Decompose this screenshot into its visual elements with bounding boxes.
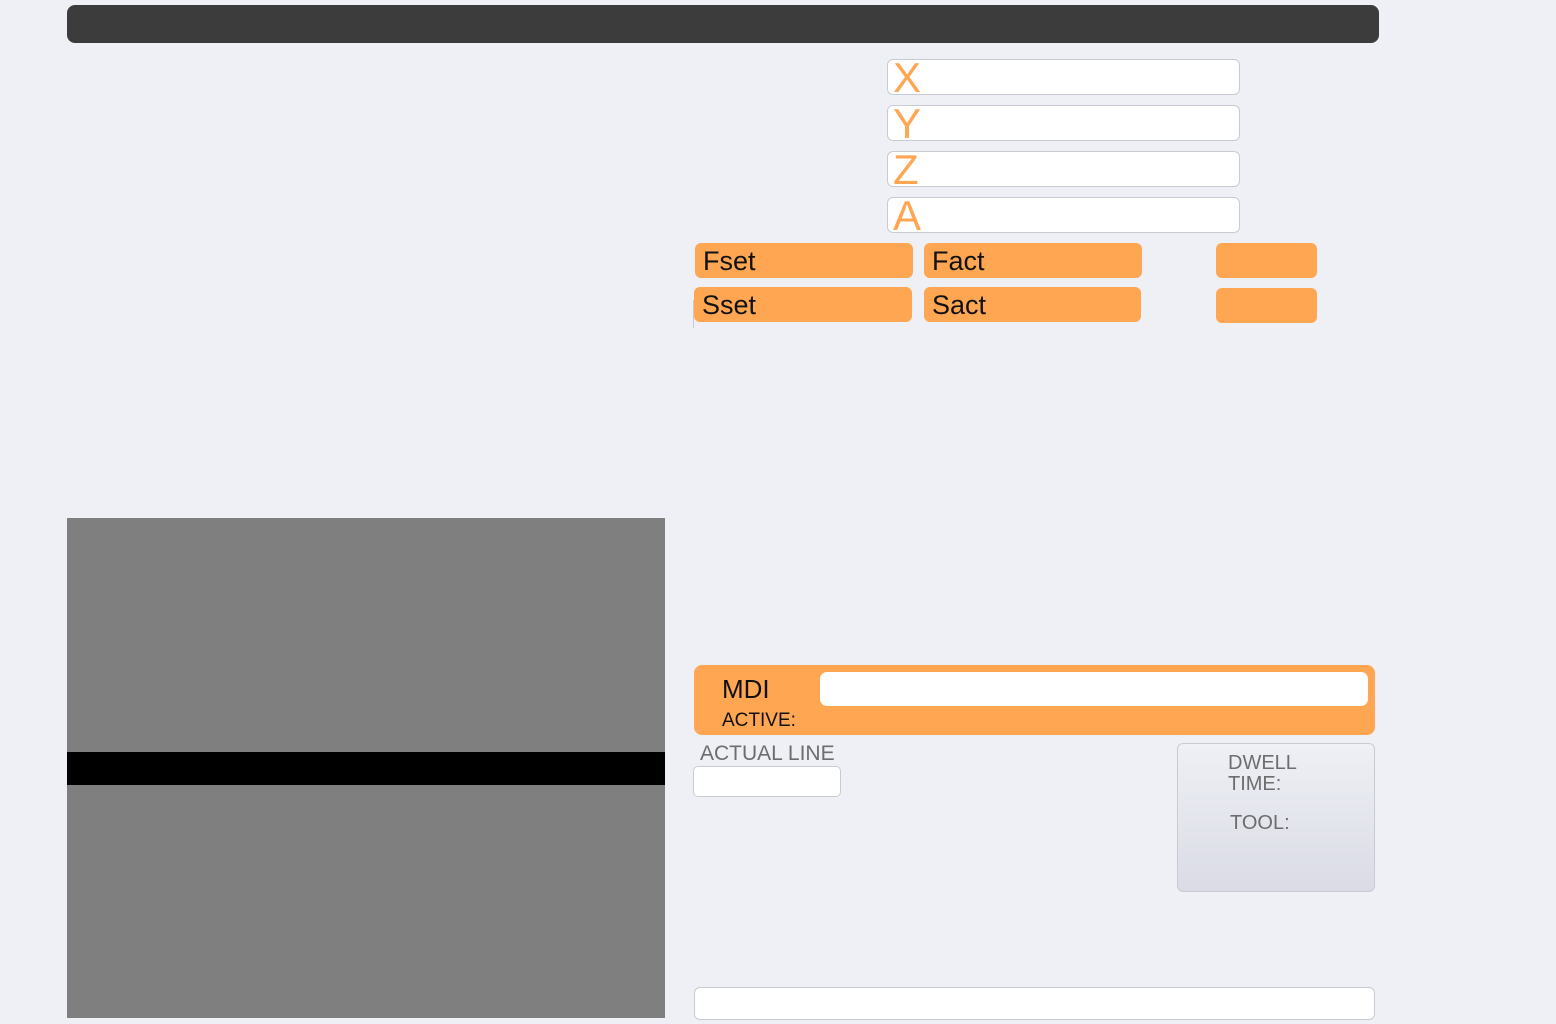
mdi-input[interactable] bbox=[820, 672, 1368, 706]
axis-a-letter: A bbox=[893, 192, 922, 239]
status-bar bbox=[694, 987, 1375, 1020]
axis-y-readout: Y bbox=[887, 103, 1240, 145]
divider bbox=[693, 300, 694, 328]
actual-line-label: ACTUAL LINE bbox=[700, 742, 835, 765]
fact-label: Fact bbox=[932, 246, 985, 276]
axis-x-readout: X bbox=[887, 57, 1240, 99]
sact-field: Sact bbox=[924, 287, 1141, 322]
fset-field: Fset bbox=[695, 243, 913, 278]
axis-a-readout: A bbox=[887, 195, 1240, 237]
axis-z-letter: Z bbox=[893, 146, 919, 193]
dwell-time-label: DWELL TIME: bbox=[1228, 752, 1297, 795]
feed-override-button[interactable] bbox=[1216, 243, 1317, 278]
mdi-label: MDI bbox=[722, 674, 770, 704]
info-panel: DWELL TIME: TOOL: bbox=[1177, 743, 1375, 892]
axis-z-readout: Z bbox=[887, 149, 1240, 191]
preview-band bbox=[67, 752, 665, 785]
title-bar bbox=[67, 5, 1379, 43]
spindle-override-button[interactable] bbox=[1216, 288, 1317, 323]
axis-x-letter: X bbox=[893, 54, 922, 101]
actual-line-field bbox=[693, 766, 841, 797]
sset-label: Sset bbox=[702, 290, 757, 320]
sact-label: Sact bbox=[932, 290, 987, 320]
mdi-active-label: ACTIVE: bbox=[722, 710, 796, 731]
fset-label: Fset bbox=[703, 246, 756, 276]
fact-field: Fact bbox=[924, 243, 1142, 278]
axis-y-letter: Y bbox=[893, 100, 922, 147]
tool-label: TOOL: bbox=[1230, 812, 1290, 834]
sset-field: Sset bbox=[694, 287, 912, 322]
mdi-panel: MDI ACTIVE: bbox=[694, 665, 1375, 735]
